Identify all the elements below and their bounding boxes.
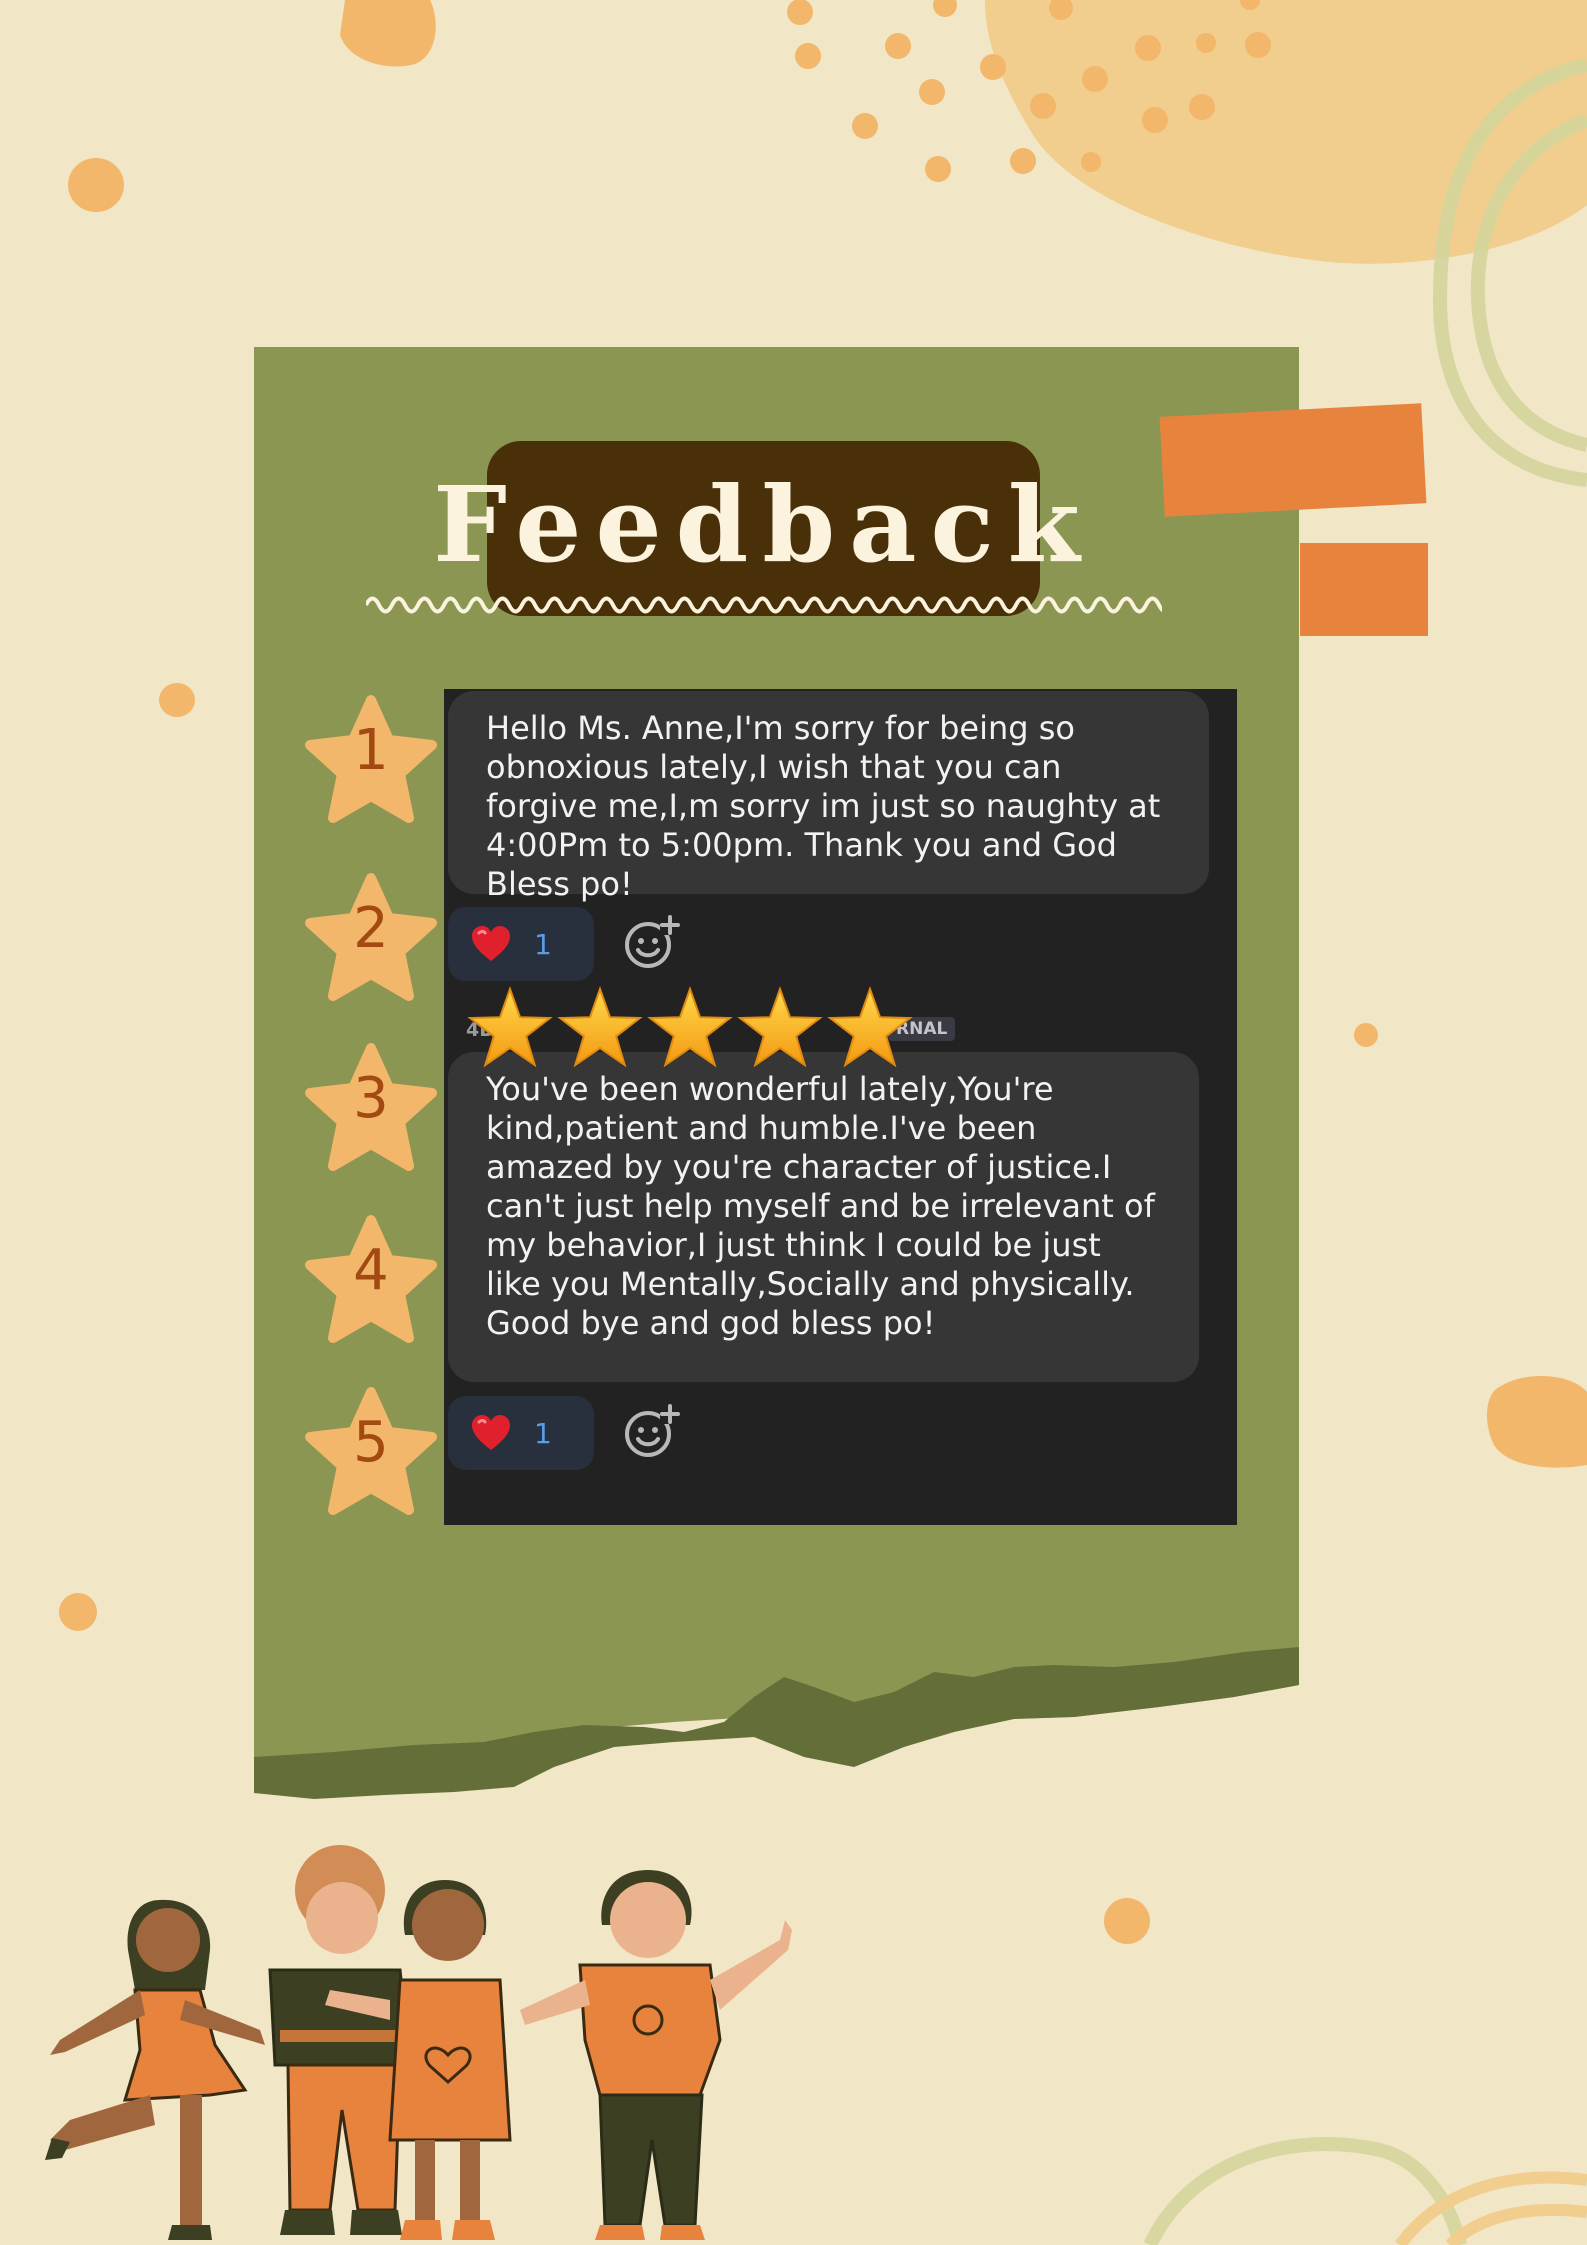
number-1: 1	[353, 718, 389, 783]
star-icon	[647, 986, 733, 1068]
page-title: Feedback	[433, 463, 1094, 586]
number-badge-5: 5	[304, 1386, 438, 1520]
girl-figure	[45, 1899, 265, 2240]
boy-figure-waving	[520, 1870, 792, 2240]
kids-illustration	[45, 1845, 792, 2240]
wavy-underline	[366, 596, 1162, 614]
star-icon	[467, 986, 553, 1068]
star-icon	[737, 986, 823, 1068]
number-4: 4	[353, 1238, 389, 1303]
number-badge-2: 2	[304, 872, 438, 1006]
reaction-count: 1	[534, 1416, 552, 1450]
message-bubble-2: You've been wonderful lately,You're kind…	[448, 1052, 1199, 1382]
heart-icon	[470, 925, 512, 963]
add-reaction-icon[interactable]	[624, 913, 680, 969]
number-2: 2	[353, 896, 389, 961]
number-3: 3	[353, 1066, 389, 1131]
orange-tape-bottom	[1300, 543, 1428, 636]
number-badge-4: 4	[304, 1214, 438, 1348]
chat-screenshot: Hello Ms. Anne,I'm sorry for being so ob…	[444, 689, 1237, 1525]
add-reaction-icon[interactable]	[624, 1402, 680, 1458]
boy-figure-green-shirt	[268, 1845, 412, 2235]
star-icon	[557, 986, 643, 1068]
reaction-chip-1[interactable]: 1	[448, 907, 594, 981]
heart-icon	[470, 1414, 512, 1452]
number-5: 5	[353, 1410, 389, 1475]
number-badge-3: 3	[304, 1042, 438, 1176]
orange-tape-top	[1159, 403, 1427, 517]
number-badge-1: 1	[304, 694, 438, 828]
number-badges: 1 2 3 4 5	[304, 694, 438, 1515]
reaction-chip-2[interactable]: 1	[448, 1396, 594, 1470]
star-rating	[467, 986, 913, 1068]
star-icon	[827, 986, 913, 1068]
message-bubble-1: Hello Ms. Anne,I'm sorry for being so ob…	[448, 691, 1209, 903]
reaction-count: 1	[534, 927, 552, 961]
